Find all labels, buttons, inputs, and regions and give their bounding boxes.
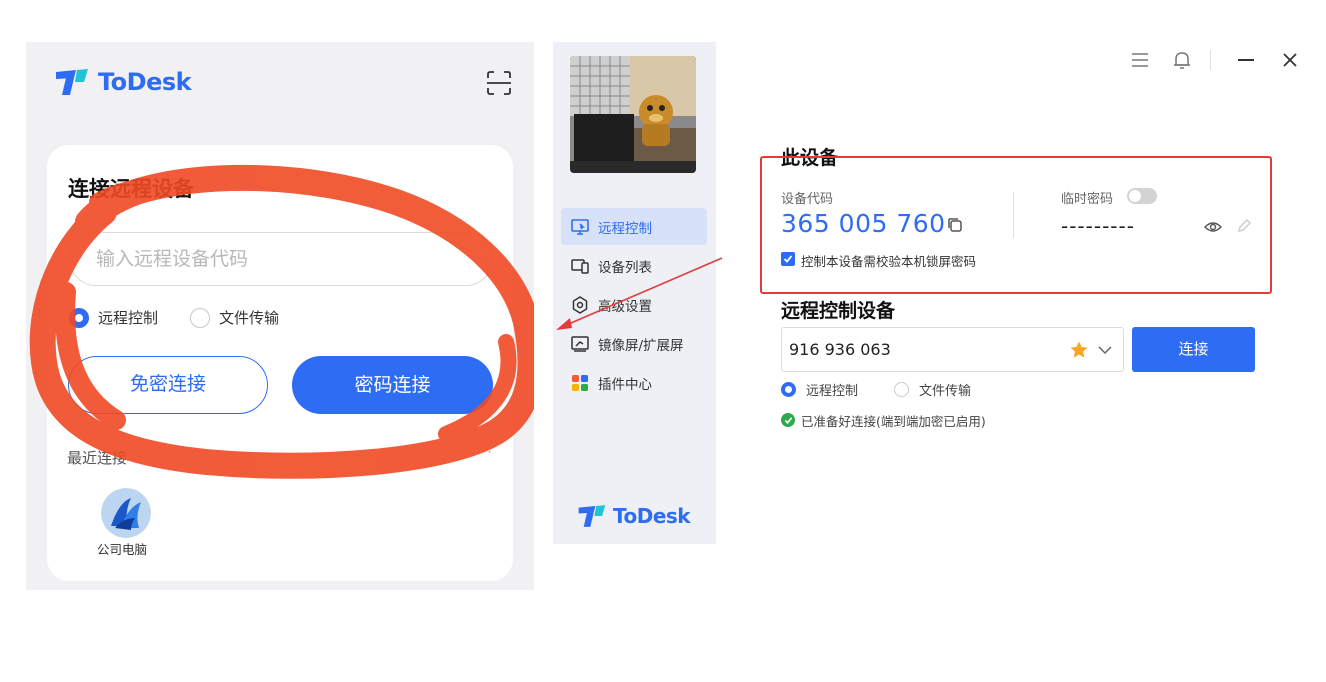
- window-topbar: [1128, 48, 1308, 72]
- radio-checked-icon: [781, 382, 796, 397]
- menu-icon[interactable]: [1128, 48, 1152, 72]
- connect-card: 连接远程设备 输入远程设备代码 远程控制 文件传输 免密连接 密码连接 最近连接…: [47, 145, 513, 581]
- desktop-preview-image: [570, 56, 696, 173]
- monitor-icon: [570, 217, 590, 237]
- mode-radio-group: 远程控制 文件传输: [69, 307, 311, 328]
- brand-name: ToDesk: [613, 504, 691, 528]
- remote-code-input[interactable]: 输入远程设备代码: [69, 232, 493, 286]
- devices-icon: [570, 256, 590, 276]
- star-icon[interactable]: [1069, 340, 1089, 360]
- device-divider: [1013, 192, 1014, 238]
- card-title: 连接远程设备: [68, 177, 194, 201]
- check-icon: [783, 255, 793, 263]
- radio-file-transfer[interactable]: 文件传输: [894, 380, 971, 399]
- lock-password-label: 控制本设备需校验本机锁屏密码: [801, 254, 977, 269]
- sidebar-item-label: 插件中心: [598, 376, 652, 393]
- radio-remote-control[interactable]: 远程控制: [781, 380, 858, 399]
- radio-file-transfer[interactable]: 文件传输: [190, 307, 279, 328]
- todesk-logo-icon: [578, 505, 606, 527]
- radio-label: 文件传输: [919, 384, 972, 399]
- radio-unchecked-icon: [190, 307, 211, 328]
- sidebar-item-plugins[interactable]: 插件中心: [561, 364, 707, 401]
- plugins-icon: [570, 373, 590, 393]
- sidebar-item-label: 远程控制: [598, 220, 652, 237]
- copy-icon[interactable]: [946, 216, 964, 234]
- connect-button[interactable]: 连接: [1132, 327, 1255, 372]
- connection-status-text: 已准备好连接(端到端加密已启用): [801, 414, 986, 429]
- mirror-screen-icon: [570, 334, 590, 354]
- minimize-icon[interactable]: [1234, 48, 1258, 72]
- radio-label: 远程控制: [98, 309, 159, 327]
- sidebar-item-label: 高级设置: [598, 298, 652, 315]
- radio-unchecked-icon: [894, 382, 910, 397]
- sidebar-item-devices[interactable]: 设备列表: [561, 247, 707, 284]
- chevron-down-icon[interactable]: [1097, 342, 1113, 358]
- sidebar-item-label: 设备列表: [598, 259, 652, 276]
- windows-wallpaper-icon: [101, 488, 151, 538]
- radio-label: 远程控制: [806, 384, 859, 399]
- radio-label: 文件传输: [219, 309, 280, 327]
- remote-control-title: 远程控制设备: [781, 300, 896, 322]
- device-code-label: 设备代码: [781, 192, 834, 207]
- gear-icon: [570, 295, 590, 315]
- sidebar-item-mirror-screen[interactable]: 镜像屏/扩展屏: [561, 325, 707, 362]
- radio-checked-icon: [69, 307, 89, 328]
- temp-password-toggle[interactable]: [1127, 188, 1157, 204]
- recent-title: 最近连接: [67, 449, 128, 467]
- sidebar-item-remote-control[interactable]: 远程控制: [561, 208, 707, 245]
- sidebar-logo: ToDesk: [577, 504, 691, 528]
- sidebar-item-advanced-settings[interactable]: 高级设置: [561, 286, 707, 323]
- recent-device-avatar[interactable]: [101, 488, 151, 538]
- todesk-logo: ToDesk: [54, 68, 192, 96]
- edit-icon[interactable]: [1236, 218, 1252, 234]
- recent-device-label: 公司电脑: [97, 542, 148, 557]
- topbar-divider: [1210, 50, 1211, 70]
- device-code-value: 365 005 760: [781, 209, 946, 238]
- todesk-logo-icon: [56, 69, 88, 95]
- no-password-connect-button[interactable]: 免密连接: [68, 356, 268, 414]
- mobile-app-panel: ToDesk 连接远程设备 输入远程设备代码 远程控制 文件传输 免密连接 密码…: [26, 42, 534, 590]
- shield-check-icon: [781, 413, 795, 427]
- temp-password-label: 临时密码: [1061, 192, 1114, 207]
- sidebar-item-label: 镜像屏/扩展屏: [598, 337, 684, 354]
- desktop-thumbnail[interactable]: [570, 56, 696, 173]
- lock-password-checkbox[interactable]: [781, 252, 795, 266]
- bell-icon[interactable]: [1170, 48, 1194, 72]
- temp-password-value: ---------: [1061, 214, 1135, 238]
- close-icon[interactable]: [1278, 48, 1302, 72]
- radio-remote-control[interactable]: 远程控制: [69, 307, 158, 328]
- sidebar: 远程控制 设备列表 高级设置 镜像屏/扩展屏 插件中心 ToDesk: [553, 42, 716, 544]
- eye-icon[interactable]: [1204, 218, 1222, 236]
- password-connect-button[interactable]: 密码连接: [292, 356, 493, 414]
- more-icon[interactable]: ···: [476, 443, 493, 461]
- desktop-mode-radio-group: 远程控制 文件传输: [781, 380, 1007, 399]
- scan-icon[interactable]: [486, 70, 512, 96]
- brand-name: ToDesk: [98, 68, 192, 96]
